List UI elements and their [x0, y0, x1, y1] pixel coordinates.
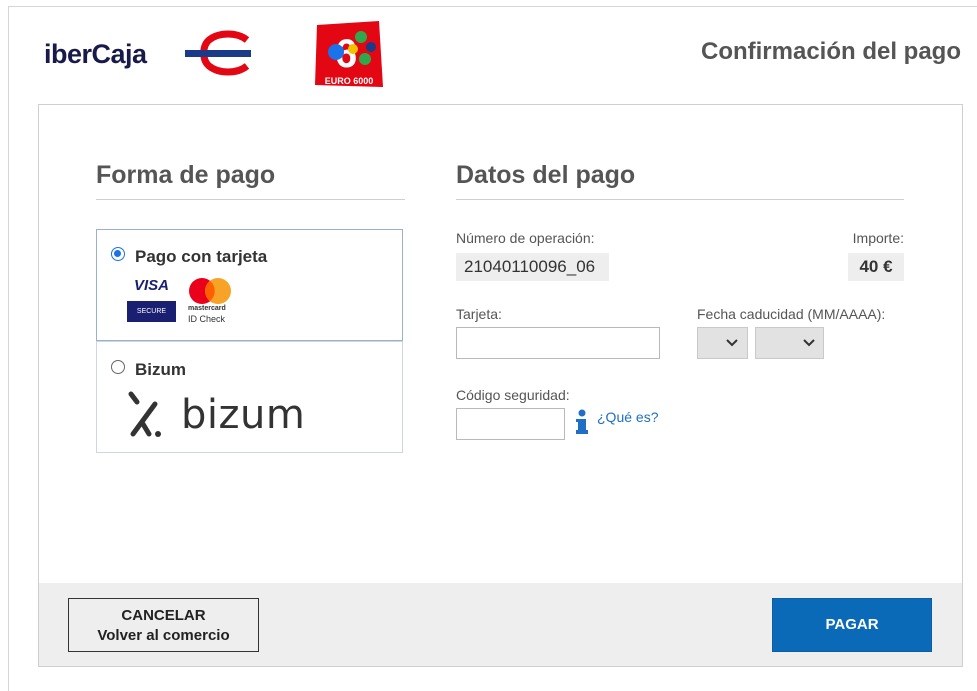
cancel-button-label: CANCELAR	[121, 607, 206, 624]
card-option-label: Pago con tarjeta	[135, 247, 268, 266]
bizum-logo-text: bizum	[181, 392, 306, 438]
id-check-text: ID Check	[188, 314, 226, 324]
bizum-mark-icon	[128, 391, 161, 437]
visa-secure-logo: VISA SECURE	[127, 277, 176, 323]
option-bizum[interactable]: Bizum bizum	[96, 341, 403, 453]
operation-number-label: Número de operación:	[456, 230, 595, 246]
euro6000-logo-text: EURO 6000	[324, 76, 374, 86]
expiry-label: Fecha caducidad (MM/AAAA):	[697, 306, 886, 322]
payment-method-divider	[96, 199, 405, 200]
page-frame-top	[8, 6, 977, 7]
security-code-label: Código seguridad:	[456, 387, 570, 403]
operation-number-value: 21040110096_06	[456, 253, 609, 281]
what-is-security-code-link[interactable]: ¿Qué es?	[597, 409, 658, 425]
pay-button[interactable]: PAGAR	[772, 598, 932, 652]
payment-data-title: Datos del pago	[456, 161, 636, 189]
bizum-logo: bizum	[125, 390, 305, 440]
chevron-down-icon	[726, 339, 738, 347]
amount-value: 40 €	[848, 253, 904, 281]
payment-method-title: Forma de pago	[96, 161, 276, 189]
card-radio[interactable]	[111, 247, 125, 261]
card-number-input[interactable]	[456, 327, 660, 359]
euro6000-logo: 6 EURO 6000	[313, 19, 385, 89]
expiry-year-select[interactable]	[755, 327, 824, 359]
mastercard-id-check-logo: mastercard ID Check	[186, 277, 236, 327]
security-code-input[interactable]	[456, 408, 565, 440]
amount-label: Importe:	[852, 230, 904, 246]
mastercard-circles-icon	[189, 278, 231, 304]
brand-name: iberCaja	[44, 38, 147, 69]
chevron-down-icon	[803, 339, 815, 347]
visa-secure-text: SECURE	[127, 301, 176, 322]
mastercard-text: mastercard	[188, 305, 226, 312]
bizum-option-label: Bizum	[135, 360, 186, 379]
page-title: Confirmación del pago	[700, 38, 961, 65]
ibercaja-logo: iberCaja	[44, 30, 251, 76]
payment-data-divider	[456, 199, 904, 200]
expiry-month-select[interactable]	[697, 327, 748, 359]
cancel-button-sublabel: Volver al comercio	[97, 627, 230, 644]
bizum-radio[interactable]	[111, 360, 125, 374]
info-icon[interactable]	[574, 409, 590, 435]
ibercaja-euro-mark-icon	[185, 30, 251, 76]
payment-card: Forma de pago Pago con tarjeta VISA SECU…	[38, 104, 963, 667]
visa-text: VISA	[133, 277, 169, 294]
option-card-payment[interactable]: Pago con tarjeta VISA SECURE mastercard …	[96, 229, 403, 341]
page-frame-left	[8, 6, 9, 691]
cancel-button[interactable]: CANCELAR Volver al comercio	[68, 598, 259, 652]
card-number-label: Tarjeta:	[456, 306, 502, 322]
